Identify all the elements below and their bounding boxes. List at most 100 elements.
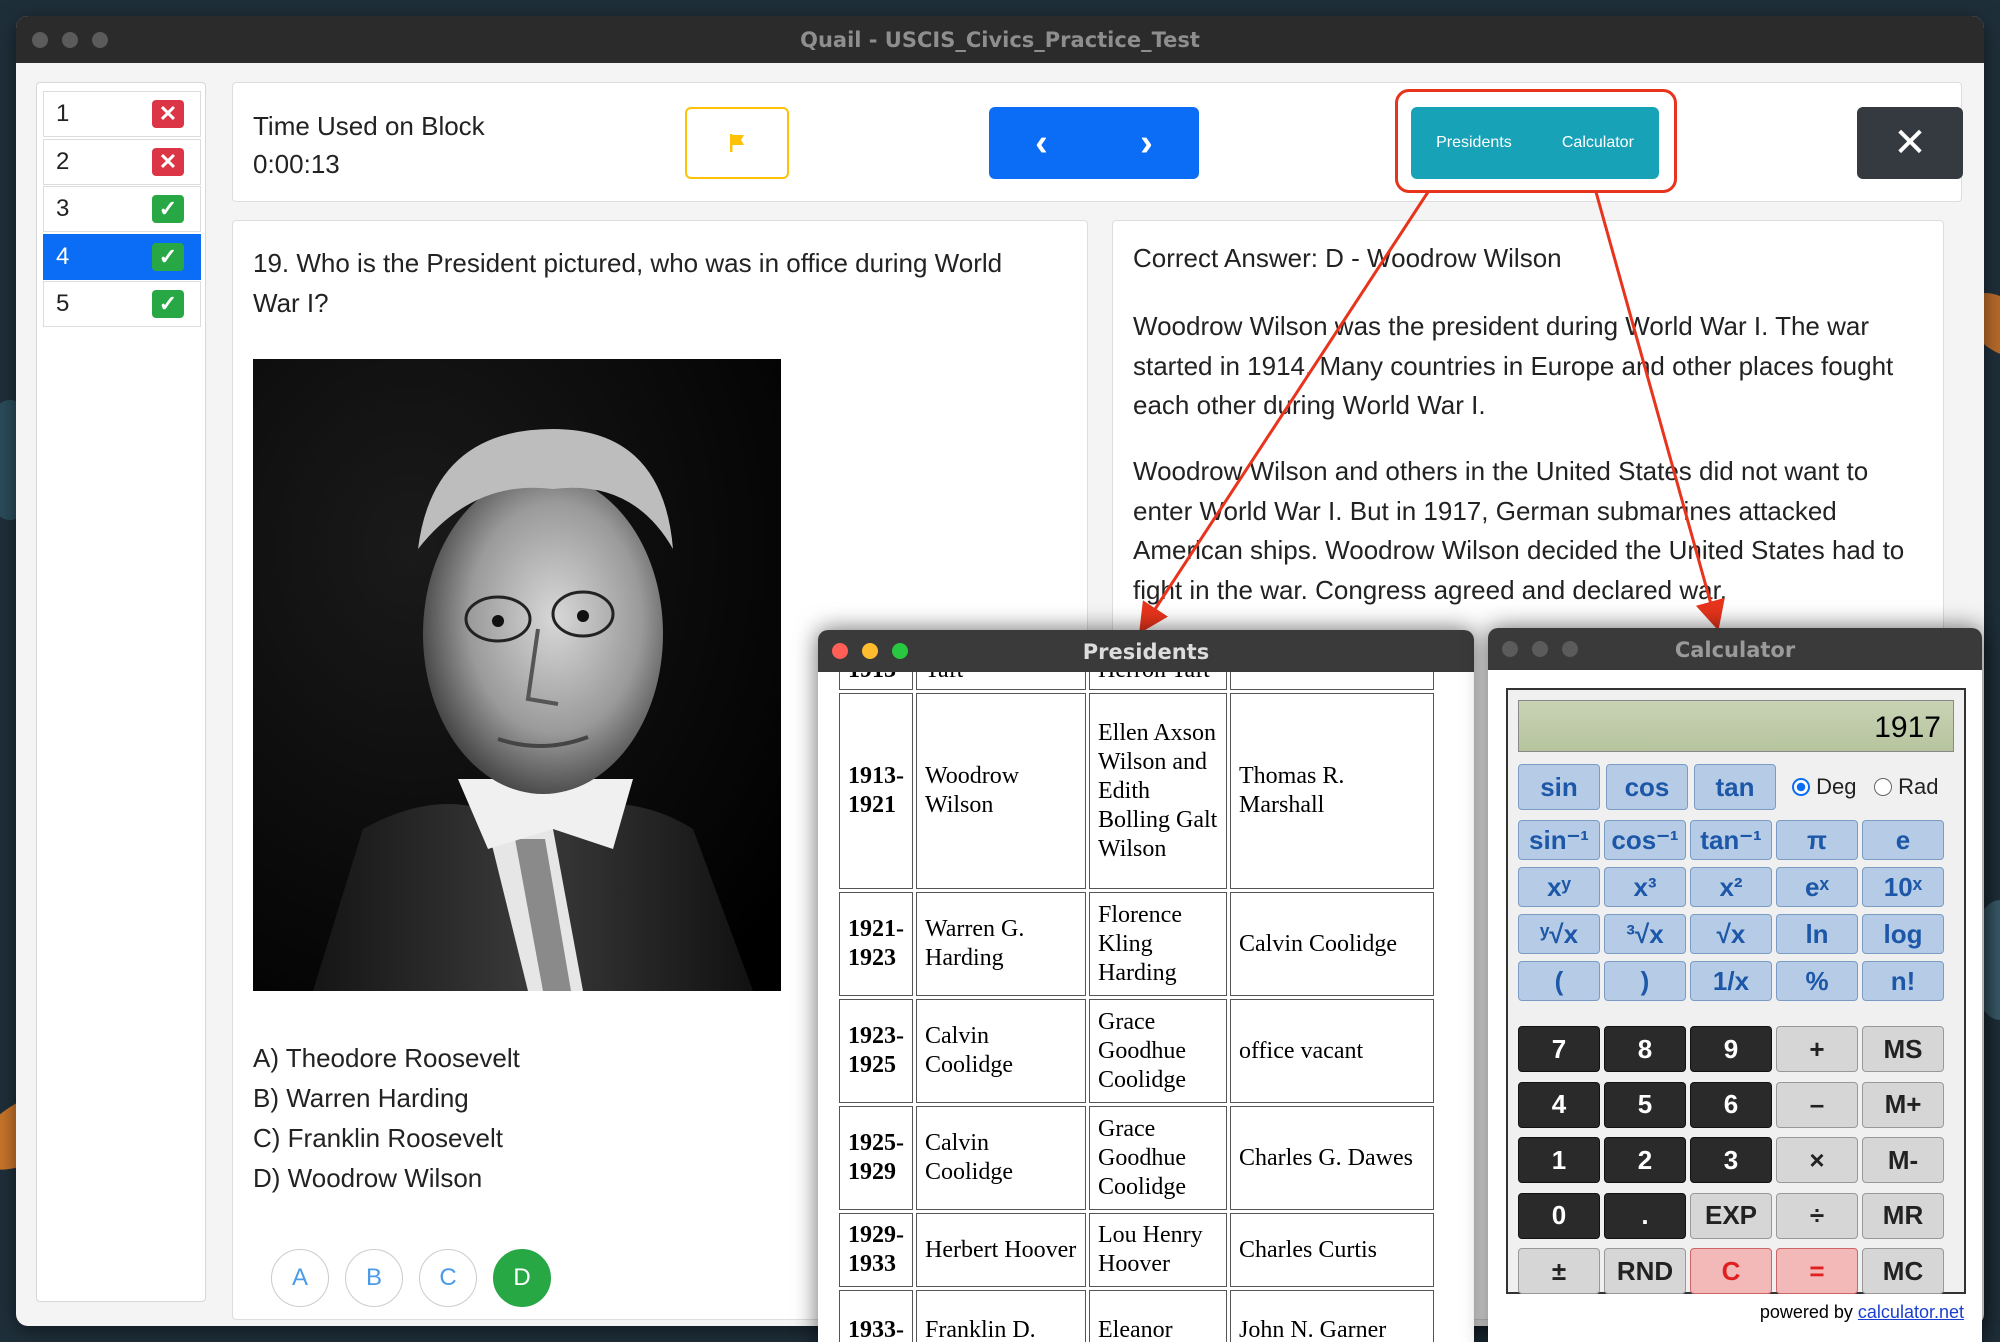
answer-option: B) Warren Harding — [253, 1083, 469, 1113]
calc-key[interactable]: RND — [1604, 1248, 1686, 1294]
calculator-window-title: Calculator — [1674, 638, 1796, 662]
president-row: 1925-1929 Calvin Coolidge Grace Goodhue Co… — [839, 1106, 1434, 1210]
president-cell: Lou Henry Hoover — [1089, 1213, 1227, 1287]
calc-key[interactable]: ± — [1518, 1248, 1600, 1294]
calc-key[interactable]: 4 — [1518, 1081, 1600, 1128]
sci-key[interactable]: % — [1776, 961, 1858, 1001]
question-text: 19. Who is the President pictured, who w… — [253, 248, 1003, 318]
explanation-paragraph: Woodrow Wilson was the president during … — [1133, 311, 1894, 420]
question-number: 1 — [56, 100, 70, 127]
check-mark-icon: ✓ — [152, 195, 184, 223]
rad-label: Rad — [1898, 774, 1939, 799]
calc-key[interactable]: 3 — [1690, 1137, 1772, 1183]
key-cos[interactable]: cos — [1606, 764, 1688, 810]
calc-key[interactable]: 7 — [1518, 1026, 1600, 1072]
deg-label: Deg — [1816, 774, 1857, 799]
sci-key[interactable]: e — [1862, 820, 1944, 860]
calc-key[interactable]: 1 — [1518, 1137, 1600, 1183]
sci-key[interactable]: ) — [1604, 961, 1686, 1001]
angle-mode-deg[interactable]: Deg — [1792, 774, 1856, 800]
question-item-2[interactable]: 2 ✕ — [43, 138, 201, 185]
wrong-mark-icon: ✕ — [152, 100, 184, 128]
key-tan[interactable]: tan — [1694, 764, 1776, 810]
question-item-3[interactable]: 3 ✓ — [43, 186, 201, 232]
calc-key[interactable]: × — [1776, 1137, 1858, 1183]
correct-answer: Correct Answer: D - Woodrow Wilson — [1133, 243, 1562, 273]
sci-key[interactable]: √x — [1690, 914, 1772, 954]
calc-key[interactable]: 5 — [1604, 1081, 1686, 1128]
key-sin[interactable]: sin — [1518, 764, 1600, 810]
sci-key[interactable]: π — [1776, 820, 1858, 860]
president-cell: John N. Garner — [1230, 1290, 1434, 1342]
question-item-1[interactable]: 1 ✕ — [43, 91, 201, 137]
calc-key[interactable]: C — [1690, 1248, 1772, 1294]
sci-key[interactable]: ³√x — [1604, 914, 1686, 954]
window-title: Quail - USCIS_Civics_Practice_Test — [800, 28, 1200, 52]
presidents-window-title: Presidents — [1082, 640, 1210, 664]
president-cell: 1913 — [839, 672, 913, 690]
calc-key[interactable]: 2 — [1604, 1137, 1686, 1183]
sci-key[interactable]: x³ — [1604, 867, 1686, 907]
calculator-body: 1917 sin cos tan Deg Rad sin⁻¹ cos⁻¹ tan⁻¹ π e x… — [1506, 688, 1966, 1294]
sci-key[interactable]: cos⁻¹ — [1604, 820, 1686, 860]
sci-key[interactable]: x² — [1690, 867, 1772, 907]
calc-key[interactable]: MS — [1862, 1026, 1944, 1072]
sci-key[interactable]: sin⁻¹ — [1518, 820, 1600, 860]
sci-key[interactable]: n! — [1862, 961, 1944, 1001]
sci-key[interactable]: 10ˣ — [1862, 867, 1944, 907]
calc-key[interactable]: 6 — [1690, 1081, 1772, 1128]
sci-key[interactable]: tan⁻¹ — [1690, 820, 1772, 860]
calc-key[interactable]: . — [1604, 1192, 1686, 1239]
president-row: 1923-1925 Calvin Coolidge Grace Goodhue Co… — [839, 999, 1434, 1103]
angle-mode-rad[interactable]: Rad — [1874, 774, 1938, 800]
wrong-mark-icon: ✕ — [152, 147, 184, 176]
sci-key[interactable]: xʸ — [1518, 867, 1600, 907]
sci-key[interactable]: ʸ√x — [1518, 914, 1600, 954]
president-cell: Calvin Coolidge — [1230, 892, 1434, 996]
calc-key[interactable]: 0 — [1518, 1192, 1600, 1239]
presidents-table-viewport[interactable]: 1913TaftHerron Taft 1913-1921Woodrow Wils… — [818, 672, 1474, 1342]
president-cell: Herbert Hoover — [916, 1213, 1086, 1287]
previous-button[interactable]: ‹ — [989, 107, 1094, 179]
presidents-table: 1913TaftHerron Taft 1913-1921Woodrow Wils… — [836, 672, 1437, 1342]
calc-key[interactable]: M- — [1862, 1137, 1944, 1183]
calc-key[interactable]: 9 — [1690, 1026, 1772, 1072]
president-cell: Taft — [916, 672, 1086, 690]
calc-key[interactable]: – — [1776, 1081, 1858, 1128]
president-cell: Grace Goodhue Coolidge — [1089, 999, 1227, 1103]
next-button[interactable]: › — [1094, 107, 1199, 179]
answer-button-a[interactable]: A — [271, 1249, 329, 1307]
question-number: 2 — [56, 147, 70, 175]
close-button[interactable]: ✕ — [1857, 107, 1963, 179]
calc-key[interactable]: = — [1776, 1248, 1858, 1294]
president-row: 1921-1923 Warren G. Harding Florence Kling… — [839, 892, 1434, 996]
president-cell: Herron Taft — [1089, 672, 1227, 690]
answer-button-b[interactable]: B — [345, 1249, 403, 1307]
sci-key[interactable]: eˣ — [1776, 867, 1858, 907]
calc-key[interactable]: EXP — [1690, 1192, 1772, 1239]
calc-key[interactable]: ÷ — [1776, 1192, 1858, 1239]
president-cell: Thomas R. Marshall — [1230, 693, 1434, 889]
sci-key[interactable]: log — [1862, 914, 1944, 954]
president-cell: Ellen Axson Wilson and Edith Bolling Gal… — [1089, 693, 1227, 889]
question-number: 5 — [56, 290, 70, 317]
calc-key[interactable]: + — [1776, 1026, 1858, 1072]
sci-key[interactable]: 1/x — [1690, 961, 1772, 1001]
sci-key[interactable]: ( — [1518, 961, 1600, 1001]
question-item-4[interactable]: 4 ✓ — [43, 233, 201, 280]
answer-button-c[interactable]: C — [419, 1249, 477, 1307]
calc-key[interactable]: MR — [1862, 1192, 1944, 1239]
calc-key[interactable]: 8 — [1604, 1026, 1686, 1072]
president-cell: 1933- — [839, 1290, 913, 1342]
president-cell: 1913-1921 — [839, 693, 913, 889]
calc-key[interactable]: M+ — [1862, 1081, 1944, 1128]
president-cell: Calvin Coolidge — [916, 1106, 1086, 1210]
calculator-net-link[interactable]: calculator.net — [1858, 1302, 1964, 1322]
calc-key[interactable]: MC — [1862, 1248, 1944, 1294]
question-item-5[interactable]: 5 ✓ — [43, 281, 201, 327]
flag-button[interactable] — [685, 107, 789, 179]
flag-icon — [730, 134, 744, 152]
answer-button-d[interactable]: D — [493, 1249, 551, 1307]
president-cell: 1929-1933 — [839, 1213, 913, 1287]
sci-key[interactable]: ln — [1776, 914, 1858, 954]
